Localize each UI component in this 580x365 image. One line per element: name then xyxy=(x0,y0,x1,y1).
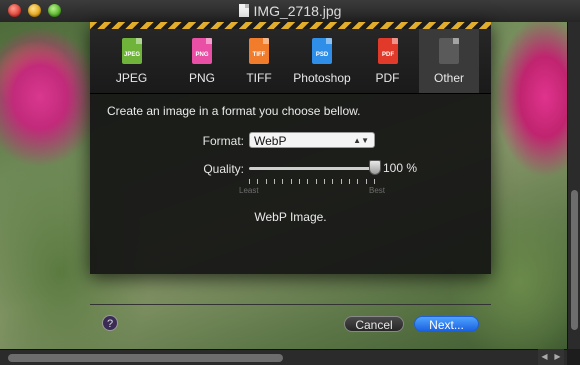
format-tab-label: PNG xyxy=(188,71,215,85)
vertical-scrollbar[interactable] xyxy=(567,22,580,349)
tiff-file-icon: TIFF xyxy=(249,38,269,64)
cancel-button[interactable]: Cancel xyxy=(344,316,404,332)
slider-tick xyxy=(316,179,317,184)
format-tab-pdf[interactable]: PDF PDF xyxy=(360,29,415,93)
format-select-value: WebP xyxy=(254,134,287,148)
slider-tick xyxy=(349,179,350,184)
horizontal-scrollbar[interactable] xyxy=(0,349,567,365)
quality-slider-knob[interactable] xyxy=(369,160,381,175)
png-file-icon: PNG xyxy=(192,38,212,64)
format-toolbar: JPEG JPEG PNG PNG TIFF TIFF PSD Photoshop PDF PDF… xyxy=(90,29,491,94)
slider-tick xyxy=(307,179,308,184)
slider-tick xyxy=(366,179,367,184)
photoshop-file-icon: PSD xyxy=(312,38,332,64)
format-description: WebP Image. xyxy=(254,210,327,224)
window-title: IMG_2718.jpg xyxy=(0,3,580,19)
file-icon-text: PNG xyxy=(195,52,209,58)
format-tab-tiff[interactable]: TIFF TIFF xyxy=(233,29,285,93)
format-tab-other[interactable]: Other xyxy=(419,29,479,93)
quality-max-label: Best xyxy=(369,186,386,195)
other-file-icon xyxy=(439,38,459,64)
quality-value: 100 % xyxy=(383,161,418,175)
format-tab-label: PDF xyxy=(375,71,400,85)
next-button[interactable]: Next... xyxy=(414,316,479,332)
slider-tick xyxy=(374,179,375,184)
window-title-text: IMG_2718.jpg xyxy=(253,3,342,19)
slider-tick xyxy=(266,179,267,184)
quality-min-label: Least xyxy=(239,186,259,195)
file-icon-text: PDF xyxy=(382,52,394,58)
document-icon xyxy=(238,4,249,17)
format-tab-jpeg[interactable]: JPEG JPEG xyxy=(103,29,160,93)
format-tab-label: JPEG xyxy=(115,71,148,85)
pdf-file-icon: PDF xyxy=(378,38,398,64)
vertical-scroll-thumb[interactable] xyxy=(571,190,578,330)
app-window: IMG_2718.jpg ◀ ▶ JPEG JPEG PNG PNG TIFF TIFF P… xyxy=(0,0,580,365)
export-sheet: JPEG JPEG PNG PNG TIFF TIFF PSD Photoshop PDF PDF… xyxy=(90,22,491,332)
quality-label: Quality: xyxy=(203,162,244,176)
slider-tick xyxy=(249,179,250,184)
slider-tick xyxy=(357,179,358,184)
slider-tick xyxy=(332,179,333,184)
format-tab-label: TIFF xyxy=(246,71,272,85)
file-icon-text: TIFF xyxy=(252,52,266,58)
scroll-right-arrow-icon[interactable]: ▶ xyxy=(551,349,564,365)
format-tab-png[interactable]: PNG PNG xyxy=(173,29,231,93)
title-bar: IMG_2718.jpg xyxy=(0,0,580,23)
file-icon-text: JPEG xyxy=(123,52,140,58)
horizontal-scroll-thumb[interactable] xyxy=(8,354,283,362)
format-tab-label: Photoshop xyxy=(293,71,351,85)
quality-slider[interactable] xyxy=(249,167,375,170)
footer-divider xyxy=(90,304,491,305)
scroll-left-arrow-icon[interactable]: ◀ xyxy=(538,349,551,365)
sheet-hazard-stripe xyxy=(90,22,491,29)
slider-tick xyxy=(341,179,342,184)
format-tab-label: Other xyxy=(433,71,464,85)
quality-slider-ticks xyxy=(249,179,375,184)
format-tab-photoshop[interactable]: PSD Photoshop xyxy=(289,29,355,93)
format-select[interactable]: WebP ▲▼ xyxy=(249,132,375,148)
jpeg-file-icon: JPEG xyxy=(122,38,142,64)
slider-tick xyxy=(291,179,292,184)
select-arrows-icon: ▲▼ xyxy=(353,136,369,145)
slider-tick xyxy=(282,179,283,184)
slider-tick xyxy=(274,179,275,184)
slider-tick xyxy=(257,179,258,184)
slider-tick xyxy=(299,179,300,184)
slider-tick xyxy=(324,179,325,184)
format-label: Format: xyxy=(202,134,244,148)
help-button[interactable]: ? xyxy=(102,315,118,331)
file-icon-text: PSD xyxy=(315,52,329,58)
intro-text: Create an image in a format you choose b… xyxy=(107,104,361,118)
